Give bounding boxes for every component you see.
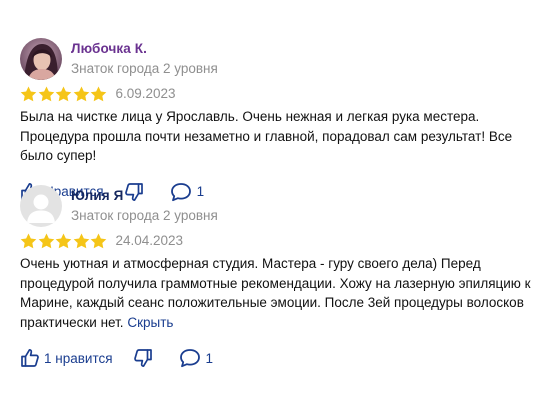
- star-icon: [90, 86, 107, 102]
- review-rating: 6.09.2023: [20, 85, 540, 103]
- star-icon: [20, 233, 37, 249]
- like-button[interactable]: 1 нравится: [20, 348, 113, 368]
- comment-bubble-icon: [179, 349, 200, 368]
- author-avatar[interactable]: [20, 38, 62, 80]
- star-icon: [73, 86, 89, 102]
- review-card: Любочка К. Знаток города 2 уровня 6.09.2…: [20, 38, 540, 204]
- review-card: Юлия Я Знаток города 2 уровня 24.04.2023…: [20, 185, 540, 370]
- star-icon: [90, 233, 107, 249]
- review-rating: 24.04.2023: [20, 232, 540, 250]
- author-level: Знаток города 2 уровня: [71, 208, 218, 223]
- star-icon: [73, 233, 89, 249]
- author-name[interactable]: Любочка К.: [71, 41, 218, 57]
- star-icon: [55, 86, 72, 102]
- review-text: Была на чистке лица у Ярославль. Очень н…: [20, 107, 540, 166]
- rating-stars: [20, 233, 108, 249]
- review-author: Любочка К. Знаток города 2 уровня: [20, 38, 540, 80]
- star-icon: [38, 86, 54, 102]
- review-date: 6.09.2023: [115, 86, 176, 101]
- author-level: Знаток города 2 уровня: [71, 61, 218, 76]
- star-icon: [20, 86, 37, 102]
- thumbs-down-icon: [133, 349, 152, 368]
- review-actions: 1 нравится 1: [20, 346, 540, 370]
- rating-stars: [20, 86, 108, 102]
- review-body: Очень уютная и атмосферная студия. Масте…: [20, 256, 531, 330]
- dislike-button[interactable]: [133, 348, 153, 368]
- review-text: Очень уютная и атмосферная студия. Масте…: [20, 254, 540, 332]
- review-author: Юлия Я Знаток города 2 уровня: [20, 185, 540, 227]
- like-label: 1 нравится: [44, 350, 113, 366]
- review-body: Была на чистке лица у Ярославль. Очень н…: [20, 109, 513, 163]
- author-name[interactable]: Юлия Я: [71, 188, 218, 204]
- review-date: 24.04.2023: [115, 233, 184, 248]
- star-icon: [55, 233, 72, 249]
- comments-button[interactable]: 1: [179, 348, 214, 368]
- author-avatar[interactable]: [20, 185, 62, 227]
- star-icon: [38, 233, 54, 249]
- collapse-link[interactable]: Скрыть: [127, 315, 173, 330]
- comments-count: 1: [205, 350, 214, 366]
- thumbs-up-icon: [21, 348, 39, 367]
